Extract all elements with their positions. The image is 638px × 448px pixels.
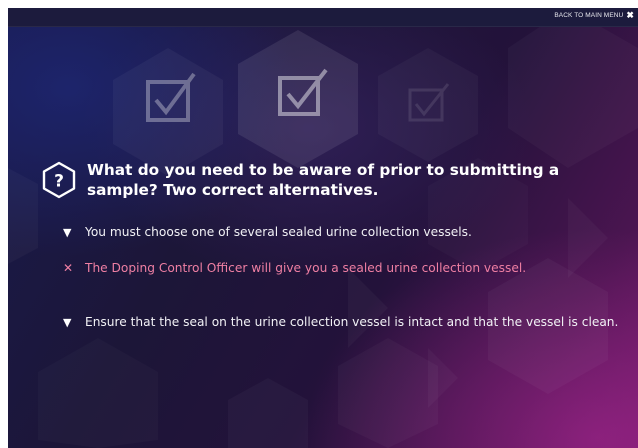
answer-option-text: The Doping Control Officer will give you…: [85, 261, 527, 275]
correct-marker-icon: ▼: [63, 226, 72, 239]
svg-text:?: ?: [54, 172, 64, 192]
close-icon: ✖: [626, 10, 634, 20]
back-to-main-menu-label: BACK TO MAIN MENU: [554, 12, 624, 19]
question-mark-hexagon-icon: ?: [42, 161, 76, 199]
question-text: What do you need to be aware of prior to…: [87, 161, 560, 199]
answer-option[interactable]: ▼ You must choose one of several sealed …: [63, 224, 623, 241]
answer-option[interactable]: ✕ The Doping Control Officer will give y…: [63, 260, 623, 277]
quiz-screen: BACK TO MAIN MENU ✖ ? What do you need t…: [8, 8, 638, 448]
answer-option-text: Ensure that the seal on the urine collec…: [85, 315, 619, 329]
correct-marker-icon: ▼: [63, 316, 72, 329]
top-bar: BACK TO MAIN MENU ✖: [8, 8, 638, 27]
answer-option-text: You must choose one of several sealed ur…: [85, 225, 472, 239]
answer-option[interactable]: ▼ Ensure that the seal on the urine coll…: [63, 314, 623, 331]
incorrect-marker-icon: ✕: [63, 261, 74, 275]
back-to-main-menu-button[interactable]: BACK TO MAIN MENU ✖: [554, 11, 634, 20]
